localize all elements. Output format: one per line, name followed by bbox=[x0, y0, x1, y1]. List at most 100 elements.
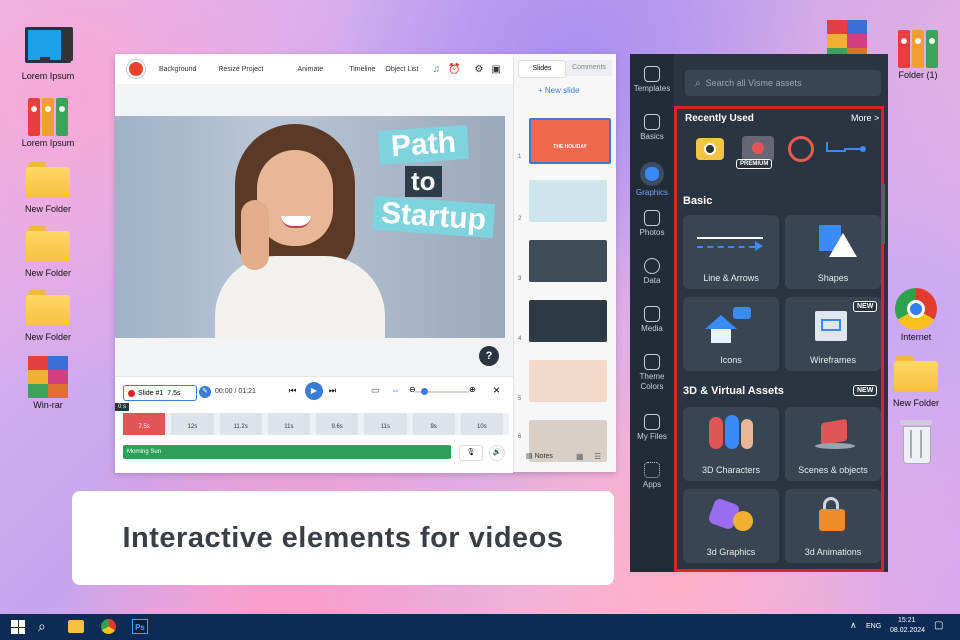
help-button[interactable]: ? bbox=[479, 346, 499, 366]
volume-icon[interactable]: 🔊 bbox=[489, 445, 505, 461]
panel-scrollbar[interactable] bbox=[882, 184, 885, 244]
rail-item-photos[interactable]: Photos bbox=[630, 210, 674, 237]
notes-button[interactable]: ▤ Notes bbox=[526, 452, 553, 460]
slide-selector[interactable]: Slide #1 7.5s bbox=[123, 385, 197, 401]
zoom-in-icon[interactable]: ⊕ bbox=[469, 385, 476, 394]
next-icon[interactable]: ⏭ bbox=[329, 386, 336, 396]
notification-icon[interactable]: ▢ bbox=[934, 620, 943, 631]
desktop-icon-trash[interactable] bbox=[878, 418, 954, 464]
photoshop-label: Ps bbox=[135, 623, 145, 632]
close-icon[interactable]: × bbox=[493, 383, 500, 397]
clock-time[interactable]: 15:21 bbox=[898, 617, 916, 624]
file-explorer-icon[interactable] bbox=[68, 620, 84, 633]
zoom-slider[interactable] bbox=[415, 388, 469, 395]
hero-text-path[interactable]: Path bbox=[377, 124, 470, 166]
desktop-icon-winrar[interactable]: Win-rar bbox=[10, 356, 86, 410]
tab-slides[interactable]: Slides bbox=[518, 60, 566, 78]
windows-start-icon[interactable] bbox=[11, 620, 25, 634]
rail-label: Theme Colors bbox=[639, 372, 665, 391]
image-icon[interactable]: ▣ bbox=[491, 64, 500, 75]
card-3d-characters[interactable]: 3D Characters bbox=[683, 407, 779, 481]
rail-item-data[interactable]: Data bbox=[630, 258, 674, 285]
toolbar-timeline[interactable]: Timeline bbox=[349, 66, 375, 73]
card-label: 3d Graphics bbox=[706, 547, 756, 557]
toolbar-object-list[interactable]: Object List bbox=[385, 66, 418, 73]
toolbar-resize-project[interactable]: Resize Project bbox=[218, 66, 263, 73]
desktop-icon-folder-3[interactable]: New Folder bbox=[10, 290, 86, 342]
desktop-icon-folder-1[interactable]: New Folder bbox=[10, 162, 86, 214]
clock-date[interactable]: 08.02.2024 bbox=[890, 627, 925, 634]
alarm-icon[interactable]: ⏰ bbox=[448, 64, 460, 75]
slide-thumb-2[interactable] bbox=[529, 180, 607, 222]
rail-item-media[interactable]: Media bbox=[630, 306, 674, 333]
rail-item-basics[interactable]: Basics bbox=[630, 114, 674, 141]
recent-aperture-icon[interactable] bbox=[788, 136, 814, 162]
slide-canvas[interactable]: Path to Startup bbox=[115, 116, 505, 338]
tab-comments[interactable]: Comments bbox=[566, 60, 612, 76]
card-3d-graphics[interactable]: 3d Graphics bbox=[683, 489, 779, 563]
desktop-icon-new-folder-right[interactable]: New Folder bbox=[878, 356, 954, 408]
slide-thumb-4[interactable] bbox=[529, 300, 607, 342]
zoom-slider-handle[interactable] bbox=[421, 388, 428, 395]
music-icon[interactable]: ♫ bbox=[432, 64, 440, 75]
audio-track[interactable]: Morning Sun bbox=[123, 445, 451, 459]
search-taskbar-icon[interactable]: ⌕ bbox=[38, 618, 46, 635]
new-badge: NEW bbox=[853, 301, 878, 312]
toolbar-animate[interactable]: Animate bbox=[298, 66, 324, 73]
desktop-icon-folder-1-right[interactable]: Folder (1) bbox=[880, 28, 956, 80]
chrome-taskbar-icon[interactable] bbox=[101, 619, 116, 634]
search-input[interactable]: ⌕ Search all Visme assets bbox=[685, 70, 881, 96]
photoshop-icon[interactable]: Ps bbox=[132, 619, 148, 634]
prev-icon[interactable]: ⏮ bbox=[289, 386, 296, 396]
desktop-icon-lorem-2[interactable]: Lorem Ipsum bbox=[10, 96, 86, 148]
desktop-icon-internet[interactable]: Internet bbox=[878, 288, 954, 342]
play-button[interactable]: ▶ bbox=[305, 382, 323, 400]
language-indicator[interactable]: ENG bbox=[866, 623, 881, 630]
rail-label: Data bbox=[643, 276, 661, 285]
binders-icon bbox=[896, 28, 940, 68]
rail-item-templates[interactable]: Templates bbox=[630, 66, 674, 93]
card-scenes-objects[interactable]: Scenes & objects bbox=[785, 407, 881, 481]
timeline-clip[interactable]: 9.6s bbox=[316, 413, 359, 435]
timeline-clip[interactable]: 12s bbox=[171, 413, 214, 435]
premium-badge: PREMIUM bbox=[736, 159, 773, 169]
card-icons[interactable]: Icons bbox=[683, 297, 779, 371]
slide-thumb-5[interactable] bbox=[529, 360, 607, 402]
zoom-out-icon[interactable]: ⊖ bbox=[409, 385, 416, 394]
rail-item-theme-colors[interactable]: Theme Colors bbox=[630, 354, 674, 392]
list-view-icon[interactable]: ☰ bbox=[594, 452, 601, 461]
slide-thumb-1[interactable]: THE HOLIDAY bbox=[529, 118, 611, 164]
recent-camera-icon[interactable] bbox=[696, 138, 724, 160]
timeline-clip[interactable]: 9s bbox=[412, 413, 455, 435]
rail-item-apps[interactable]: Apps bbox=[630, 462, 674, 489]
grid-view-icon[interactable]: ▦ bbox=[576, 452, 584, 461]
recent-line-icon[interactable] bbox=[826, 142, 866, 156]
mic-icon[interactable]: 🎙 bbox=[459, 445, 483, 461]
rail-item-my-files[interactable]: My Files bbox=[630, 414, 674, 441]
desktop-icon-lorem-1[interactable]: Lorem Ipsum bbox=[10, 27, 86, 81]
background-color-swatch[interactable] bbox=[127, 60, 145, 78]
timeline-clip[interactable]: 10s bbox=[460, 413, 503, 435]
desktop-icon-folder-2[interactable]: New Folder bbox=[10, 226, 86, 278]
card-label: Scenes & objects bbox=[798, 465, 868, 475]
tray-chevron-icon[interactable]: ∧ bbox=[850, 620, 857, 631]
apps-grid-icon bbox=[644, 462, 660, 478]
fit-icon[interactable]: ⇔ bbox=[391, 385, 400, 395]
desktop-view-icon[interactable]: ▭ bbox=[371, 385, 380, 396]
rail-item-graphics[interactable]: Graphics bbox=[630, 162, 674, 197]
toolbar-background[interactable]: Background bbox=[159, 66, 196, 73]
hero-text-to[interactable]: to bbox=[405, 166, 442, 197]
timeline-clip[interactable]: 11s bbox=[267, 413, 310, 435]
more-link[interactable]: More > bbox=[851, 113, 879, 123]
slide-thumb-3[interactable] bbox=[529, 240, 607, 282]
timeline-clip[interactable]: 11.2s bbox=[219, 413, 262, 435]
card-wireframes[interactable]: NEW Wireframes bbox=[785, 297, 881, 371]
card-shapes[interactable]: Shapes bbox=[785, 215, 881, 289]
pencil-icon[interactable]: ✎ bbox=[199, 386, 211, 398]
new-slide-button[interactable]: + New slide bbox=[538, 86, 580, 95]
card-3d-animations[interactable]: 3d Animations bbox=[785, 489, 881, 563]
gear-icon[interactable]: ⚙ bbox=[474, 64, 483, 75]
timeline-clip[interactable]: 7.5s bbox=[123, 413, 166, 435]
timeline-clip[interactable]: 11s bbox=[364, 413, 407, 435]
card-line-arrows[interactable]: Line & Arrows bbox=[683, 215, 779, 289]
